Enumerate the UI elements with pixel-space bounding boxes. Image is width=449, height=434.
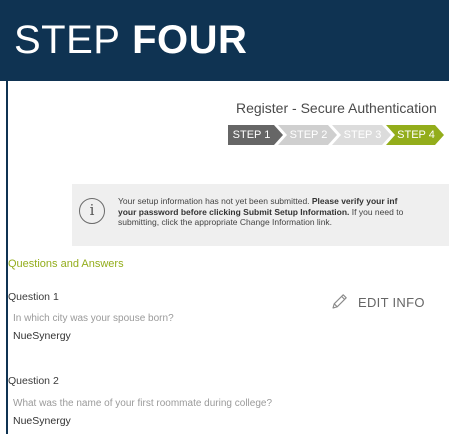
step-1-indicator: STEP 1 [228,125,283,145]
info-notice-text: Your setup information has not yet been … [118,196,449,236]
info-line-2: your password before clicking Submit Set… [118,207,449,218]
banner-title: STEP FOUR [14,20,247,60]
question-1-text: In which city was your spouse born? [13,313,174,324]
info-line-2-plain: If you need to [349,206,404,217]
step-banner: STEP FOUR [0,0,449,81]
qa-section-title: Questions and Answers [8,258,124,270]
pencil-icon [329,292,349,312]
info-line-1-plain: Your setup information has not yet been … [118,196,312,206]
question-2-text: What was the name of your first roommate… [13,398,273,409]
info-line-1: Your setup information has not yet been … [118,196,449,207]
info-line-3: submitting, click the appropriate Change… [118,217,449,228]
info-line-2-bold: your password before clicking Submit Set… [118,206,350,217]
registration-title: Register - Secure Authentication [236,100,437,116]
info-line-1-bold: Please verify your inf [311,196,398,206]
question-1-label: Question 1 [8,291,59,303]
question-1-answer: NueSynergy [13,330,71,342]
banner-title-bold: FOUR [132,18,248,62]
banner-title-light: STEP [14,18,121,62]
question-2-answer: NueSynergy [13,415,71,427]
question-2-label: Question 2 [8,375,59,387]
edit-info-button[interactable]: EDIT INFO [329,292,425,312]
info-line-3-plain: submitting, click the appropriate Change… [118,217,333,227]
edit-info-label: EDIT INFO [358,294,425,310]
info-icon: i [79,198,105,224]
